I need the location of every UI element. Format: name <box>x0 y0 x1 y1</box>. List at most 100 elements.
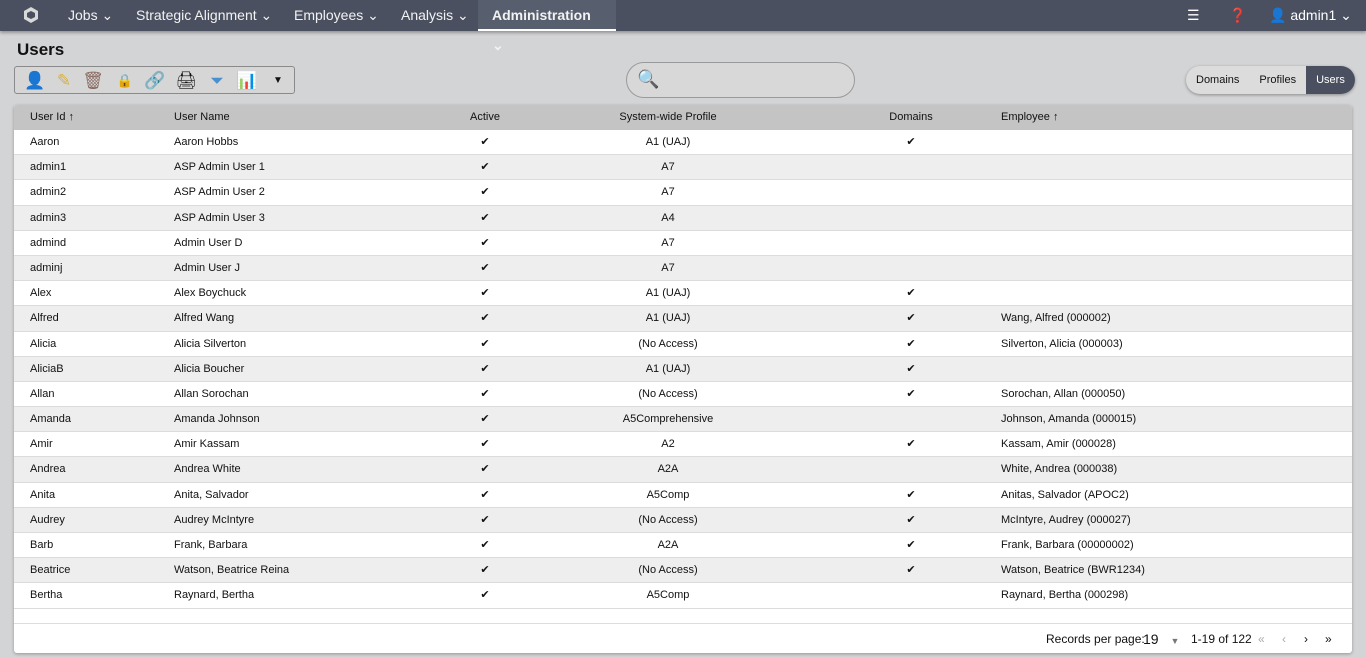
table-row[interactable]: Bertha Raynard, Bertha ✔ A5Comp Raynard, Ber… <box>14 583 1352 609</box>
tab-profiles[interactable]: Profiles <box>1249 66 1306 94</box>
cell-user-name: Alex Boychuck <box>174 287 247 300</box>
col-user-id[interactable]: User Id ↑ <box>30 105 74 130</box>
table-row[interactable]: Audrey Audrey McIntyre ✔ (No Access) ✔ McInty… <box>14 507 1352 533</box>
cell-employee: Sorochan, Allan (000050) <box>1001 387 1126 400</box>
cell-user-id: Amanda <box>30 413 71 426</box>
cell-active: ✔ <box>480 463 490 476</box>
nav-employees[interactable]: Employees ⌄ <box>280 0 393 31</box>
lock-icon[interactable]: 🔒 <box>114 70 136 92</box>
cell-domains: ✔ <box>906 312 916 325</box>
cell-profile: A7 <box>661 261 675 274</box>
cell-employee: Silverton, Alicia (000003) <box>1001 337 1123 350</box>
cell-active: ✔ <box>480 211 490 224</box>
report-icon[interactable]: 📊 <box>236 70 258 92</box>
view-switcher: Domains Profiles Users <box>1186 66 1355 94</box>
cell-profile: A1 (UAJ) <box>645 362 691 375</box>
cell-profile: A2A <box>657 463 679 476</box>
table-row[interactable]: AliciaB Alicia Boucher ✔ A1 (UAJ) ✔ <box>14 356 1352 382</box>
last-page-icon[interactable]: » <box>1325 624 1332 653</box>
cell-user-id: Andrea <box>30 463 66 476</box>
cell-user-name: Amanda Johnson <box>174 413 260 426</box>
cell-active: ✔ <box>480 136 490 148</box>
cell-active: ✔ <box>480 261 490 274</box>
cell-profile: (No Access) <box>638 337 698 350</box>
cell-profile: A7 <box>661 186 675 199</box>
next-page-icon[interactable]: › <box>1304 624 1308 653</box>
col-user-name[interactable]: User Name <box>174 105 230 130</box>
table-row[interactable]: Aaron Aaron Hobbs ✔ A1 (UAJ) ✔ <box>14 130 1352 156</box>
cell-active: ✔ <box>480 186 490 199</box>
table-row[interactable]: Alicia Alicia Silverton ✔ (No Access) ✔ Silve… <box>14 332 1352 357</box>
table-row[interactable]: admin2 ASP Admin User 2 ✔ A7 <box>14 180 1352 206</box>
cell-employee: Frank, Barbara (00000002) <box>1001 539 1134 551</box>
table-row[interactable]: Amir Amir Kassam ✔ A2 ✔ Kassam, Amir (000028) <box>14 432 1352 458</box>
cell-profile: A2 <box>661 438 675 451</box>
cell-user-name: Admin User J <box>174 261 241 274</box>
cell-profile: A5Comprehensive <box>622 413 714 426</box>
cell-profile: A5Comp <box>646 589 690 602</box>
col-profile[interactable]: System-wide Profile <box>568 105 768 130</box>
user-icon: 👤 <box>1269 7 1287 23</box>
table-row[interactable]: adminj Admin User J ✔ A7 <box>14 255 1352 282</box>
delete-icon[interactable]: 🗑 <box>82 70 104 92</box>
cell-profile: A1 (UAJ) <box>645 136 691 148</box>
cell-user-name: ASP Admin User 1 <box>174 161 265 174</box>
nav-jobs[interactable]: Jobs ⌄ <box>54 0 127 31</box>
cell-active: ✔ <box>480 488 490 501</box>
cell-profile: A1 (UAJ) <box>645 312 691 325</box>
cell-user-name: Andrea White <box>174 463 241 476</box>
settings-sliders-icon[interactable]: ☰ <box>1187 0 1200 31</box>
cell-user-name: Alfred Wang <box>174 312 235 325</box>
toolbar: 👤 ✎ 🗑 🔒 🔗 🖨 ⏷ 📊 ▼ <box>14 66 295 94</box>
col-domains[interactable]: Domains <box>871 105 951 130</box>
link-icon[interactable]: 🔗 <box>144 70 166 92</box>
nav-analysis[interactable]: Analysis ⌄ <box>387 0 483 31</box>
help-icon[interactable]: ❓ <box>1229 0 1246 31</box>
cell-user-id: AliciaB <box>30 362 64 375</box>
table-row[interactable]: Amanda Amanda Johnson ✔ A5Comprehensive John… <box>14 407 1352 433</box>
cell-user-name: Alicia Boucher <box>174 362 245 375</box>
cell-user-id: admin3 <box>30 211 67 224</box>
search-input[interactable]: 🔍 <box>626 62 855 98</box>
cell-employee: Anitas, Salvador (APOC2) <box>1001 488 1129 501</box>
table-row[interactable]: admin1 ASP Admin User 1 ✔ A7 <box>14 155 1352 181</box>
table-row[interactable]: Andrea Andrea White ✔ A2A White, Andrea (000… <box>14 457 1352 483</box>
table-row[interactable]: Allan Allan Sorochan ✔ (No Access) ✔ Sorochan… <box>14 382 1352 408</box>
nav-strategic-alignment[interactable]: Strategic Alignment ⌄ <box>122 0 286 31</box>
table-row[interactable]: Alex Alex Boychuck ✔ A1 (UAJ) ✔ <box>14 281 1352 307</box>
add-user-icon[interactable]: 👤 <box>24 70 46 92</box>
table-row[interactable]: admind Admin User D ✔ A7 <box>14 231 1352 256</box>
cell-user-id: Alex <box>30 287 52 300</box>
tab-domains[interactable]: Domains <box>1186 66 1249 94</box>
per-page-select[interactable]: 19 ▼ <box>1143 624 1179 653</box>
nav-administration[interactable]: Administration ⌄ <box>478 0 616 53</box>
cell-employee: Wang, Alfred (000002) <box>1001 312 1111 325</box>
cell-user-name: Audrey McIntyre <box>174 513 255 526</box>
cell-profile: A4 <box>661 211 675 224</box>
filter-icon[interactable]: ⏷ <box>206 70 228 92</box>
cell-user-id: Amir <box>30 438 53 451</box>
cell-user-name: Raynard, Bertha <box>174 589 255 602</box>
dropdown-icon[interactable]: ▼ <box>267 70 289 92</box>
prev-page-icon[interactable]: ‹ <box>1282 624 1286 653</box>
first-page-icon[interactable]: « <box>1258 624 1265 653</box>
tab-users[interactable]: Users <box>1306 66 1355 94</box>
table-row[interactable]: Alfred Alfred Wang ✔ A1 (UAJ) ✔ Wang, Alfred … <box>14 306 1352 332</box>
cell-user-name: ASP Admin User 2 <box>174 186 265 199</box>
edit-icon[interactable]: ✎ <box>53 70 75 92</box>
cell-user-id: adminj <box>30 261 63 274</box>
table-row[interactable]: Beatrice Watson, Beatrice Reina ✔ (No Acces… <box>14 558 1352 584</box>
col-employee[interactable]: Employee ↑ <box>1001 105 1058 130</box>
print-icon[interactable]: 🖨 <box>175 70 197 92</box>
table-header: User Id ↑ User Name Active System-wide P… <box>14 105 1352 130</box>
cell-user-name: ASP Admin User 3 <box>174 211 265 224</box>
cell-profile: (No Access) <box>638 387 698 400</box>
table-row[interactable]: Anita Anita, Salvador ✔ A5Comp ✔ Anitas, Salv… <box>14 483 1352 508</box>
col-active[interactable]: Active <box>455 105 515 130</box>
table-row[interactable]: admin3 ASP Admin User 3 ✔ A4 <box>14 205 1352 231</box>
app-logo-icon[interactable] <box>22 6 40 24</box>
cell-profile: A5Comp <box>646 488 690 501</box>
cell-employee: Watson, Beatrice (BWR1234) <box>1001 564 1145 577</box>
user-menu[interactable]: 👤 admin1 ⌄ <box>1269 0 1352 31</box>
table-row[interactable]: Barb Frank, Barbara ✔ A2A ✔ Frank, Barbara (0… <box>14 533 1352 559</box>
